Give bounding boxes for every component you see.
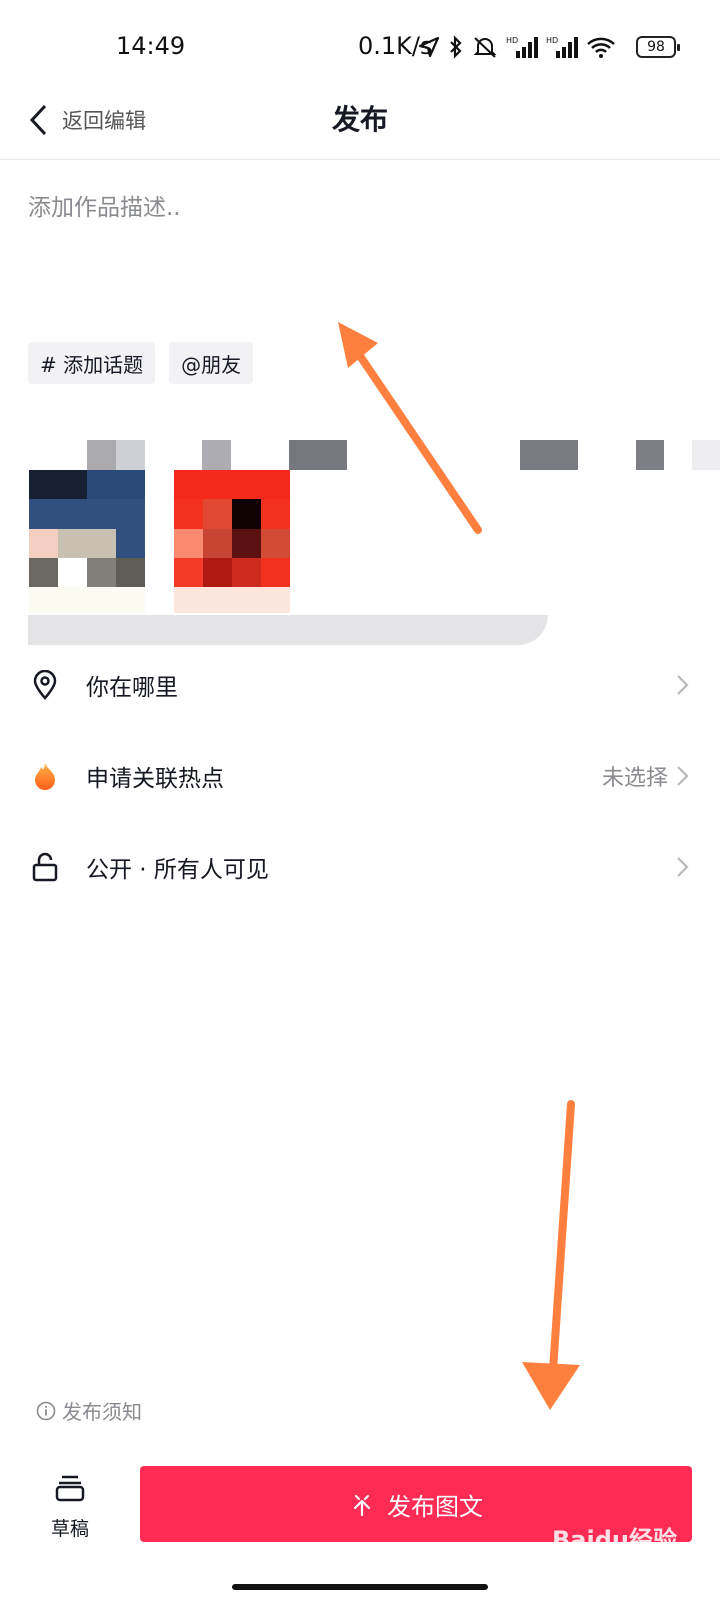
tag-chips: # 添加话题 @朋友 [28,342,254,384]
arrowhead-up-left [338,322,378,368]
draft-label: 草稿 [50,1518,89,1540]
location-arrow-icon [418,36,440,58]
svg-text:HD: HD [546,36,558,45]
flame-icon [30,761,60,791]
hot-topic-label: 申请关联热点 [86,766,224,792]
status-icons: HD HD [418,34,616,60]
visibility-row[interactable]: 公开 · 所有人可见 [0,827,720,907]
baidu-watermark-url: jingyan.baidu.com [566,1566,677,1580]
publish-label: 发布图文 [387,1492,483,1521]
top-nav: 返回编辑 发布 [0,90,720,160]
mention-friend-chip[interactable]: @朋友 [169,342,254,384]
draft-box-icon [55,1475,85,1502]
sparkle-icon [353,1494,371,1517]
add-topic-chip[interactable]: # 添加话题 [28,342,156,384]
publish-notice-link[interactable]: 发布须知 [36,1396,142,1425]
notice-label: 发布须知 [62,1400,142,1424]
hot-topic-value: 未选择 [601,766,668,791]
home-indicator[interactable] [232,1584,488,1590]
mute-bell-icon [473,37,497,58]
draft-button[interactable]: 草稿 [40,1474,100,1541]
arrow-up-left [352,346,482,534]
battery-level: 98 [647,39,665,55]
divider-bar [28,615,548,645]
publish-screen: 14:49 0.1K/s HD HD 98 返回编辑 发布 # 添加话题 @朋友 [0,0,720,1600]
wifi-icon [587,37,615,58]
hot-topic-row[interactable]: 申请关联热点 未选择 [0,736,720,816]
battery-indicator: 98 [636,36,680,58]
page-title: 发布 [331,103,388,136]
description-input[interactable] [28,188,688,308]
signal-hd-icon: HD [506,36,538,58]
chevron-right-icon [677,675,689,695]
signal-hd-icon-2: HD [546,36,578,58]
location-pin-icon [30,670,60,700]
baidu-watermark: Baidu经验 [552,1526,677,1554]
info-icon [36,1401,56,1420]
location-label: 你在哪里 [86,675,178,701]
location-row[interactable]: 你在哪里 [0,645,720,725]
chevron-right-icon [677,766,689,786]
unlock-icon [30,852,60,882]
arrowhead-down [522,1362,580,1410]
svg-text:HD: HD [506,36,518,45]
status-time: 14:49 [116,32,186,60]
arrow-down [549,1100,575,1374]
visibility-label: 公开 · 所有人可见 [86,857,269,883]
status-bar: 14:49 0.1K/s HD HD 98 [0,0,720,90]
chevron-right-icon [677,857,689,877]
bluetooth-icon [450,35,462,59]
